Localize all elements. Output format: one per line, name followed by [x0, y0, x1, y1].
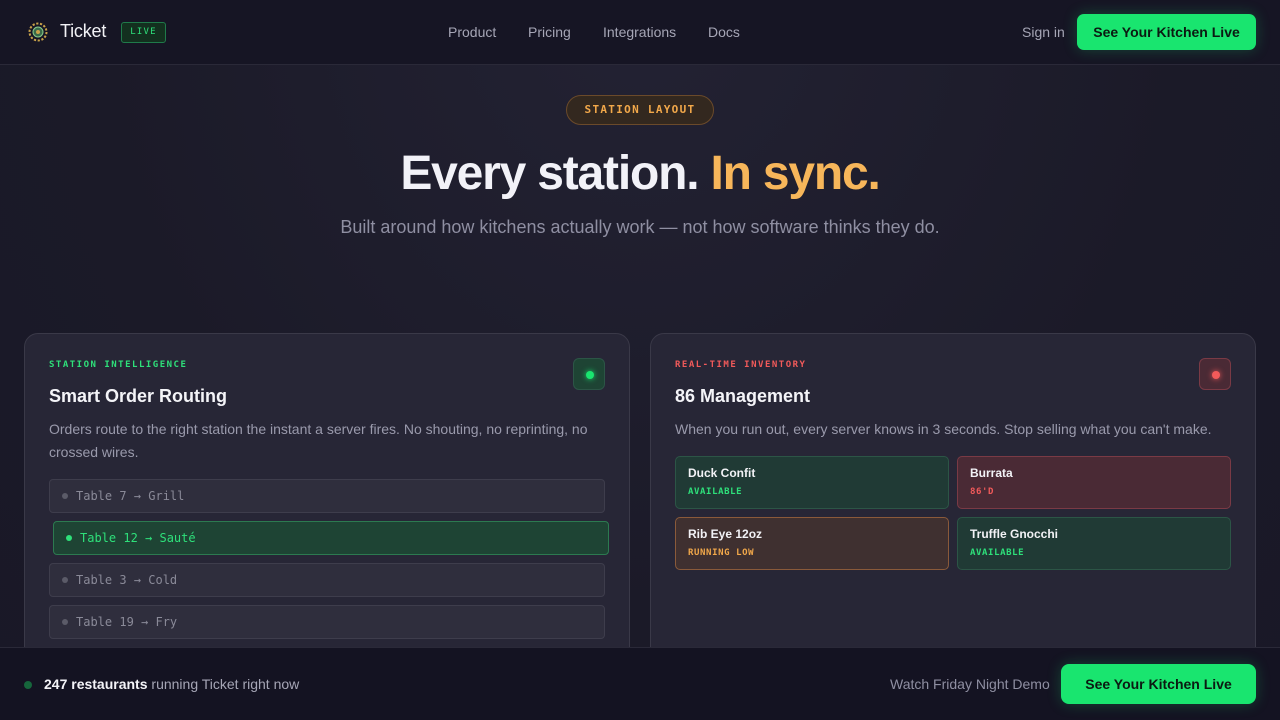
inventory-item[interactable]: Duck Confit AVAILABLE [675, 456, 949, 509]
status-dot-icon [1212, 371, 1220, 379]
route-row[interactable]: Table 19 → Fry [49, 605, 605, 639]
hero-title-main: Every station. [400, 147, 699, 200]
restaurant-count: 247 restaurants [44, 676, 148, 692]
item-status: RUNNING LOW [688, 548, 755, 558]
gear-badge-icon[interactable] [28, 22, 48, 42]
live-badge: LIVE [121, 22, 166, 43]
status-indicator [573, 358, 605, 390]
route-dot-icon [62, 577, 68, 583]
nav-link-pricing[interactable]: Pricing [528, 24, 571, 40]
nav-link-product[interactable]: Product [448, 24, 496, 40]
item-name: Burrata [970, 466, 1013, 480]
card-title: Smart Order Routing [49, 386, 228, 406]
item-name: Rib Eye 12oz [688, 527, 763, 541]
card-description: Orders route to the right station the in… [49, 421, 588, 460]
live-pulse-icon [24, 681, 32, 689]
route-label: Table 12 → Sauté [80, 531, 196, 545]
watch-demo-link[interactable]: Watch Friday Night Demo [890, 676, 1050, 692]
inventory-item[interactable]: Truffle Gnocchi AVAILABLE [957, 517, 1231, 570]
item-status: AVAILABLE [970, 548, 1025, 558]
item-name: Duck Confit [688, 466, 756, 480]
item-status: 86'D [970, 487, 995, 497]
route-dot-icon [62, 493, 68, 499]
smart-order-routing-card: STATION INTELLIGENCE Smart Order Routing… [24, 333, 630, 673]
status-dot-icon [586, 371, 594, 379]
card-title: 86 Management [675, 386, 811, 406]
hero-subtitle: Built around how kitchens actually work … [340, 217, 940, 237]
card-description: When you run out, every server knows in … [675, 421, 1212, 437]
top-nav: Ticket LIVE Product Pricing Integrations… [0, 0, 1280, 65]
sticky-bottom-bar: 247 restaurants running Ticket right now… [0, 647, 1280, 720]
route-dot-icon [62, 619, 68, 625]
nav-link-docs[interactable]: Docs [708, 24, 740, 40]
item-name: Truffle Gnocchi [970, 527, 1059, 541]
restaurant-count-suffix: running Ticket right now [151, 676, 300, 692]
card-eyebrow: REAL-TIME INVENTORY [675, 360, 807, 370]
see-kitchen-live-bottom-button[interactable]: See Your Kitchen Live [1061, 664, 1256, 704]
nav-link-integrations[interactable]: Integrations [603, 24, 676, 40]
see-kitchen-live-button[interactable]: See Your Kitchen Live [1077, 14, 1256, 50]
status-indicator [1199, 358, 1231, 390]
route-row-active[interactable]: Table 12 → Sauté [53, 521, 609, 555]
route-label: Table 19 → Fry [76, 615, 178, 629]
section-eyebrow-badge: STATION LAYOUT [566, 95, 714, 125]
sign-in-link[interactable]: Sign in [1022, 24, 1065, 40]
brand-name[interactable]: Ticket [60, 21, 106, 42]
route-row[interactable]: Table 3 → Cold [49, 563, 605, 597]
route-row[interactable]: Table 7 → Grill [49, 479, 605, 513]
restaurant-count-text: 247 restaurants running Ticket right now [44, 676, 299, 692]
route-label: Table 3 → Cold [76, 573, 178, 587]
route-label: Table 7 → Grill [76, 489, 185, 503]
route-dot-icon [66, 535, 72, 541]
card-eyebrow: STATION INTELLIGENCE [49, 360, 188, 370]
hero-title-accent: In sync. [710, 147, 881, 200]
inventory-item[interactable]: Rib Eye 12oz RUNNING LOW [675, 517, 949, 570]
item-status: AVAILABLE [688, 487, 743, 497]
inventory-item[interactable]: Burrata 86'D [957, 456, 1231, 509]
86-management-card: REAL-TIME INVENTORY 86 Management When y… [650, 333, 1256, 673]
hero-title: Every station. In sync. [0, 146, 1280, 201]
